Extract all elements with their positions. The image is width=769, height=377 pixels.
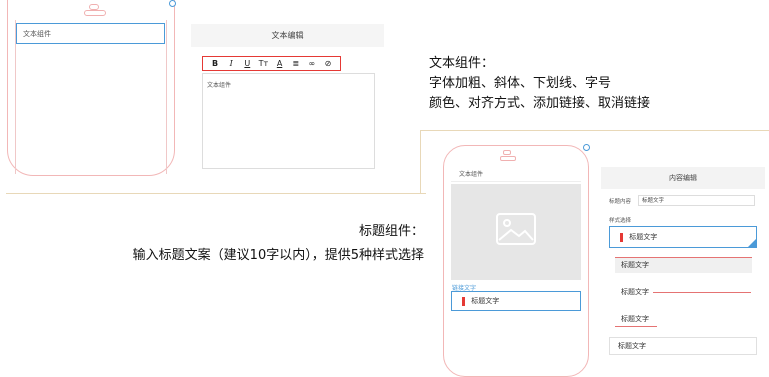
phone-camera xyxy=(503,150,511,155)
heading-component-description: 标题组件： 输入标题文案（建议10字以内），提供5种样式选择 xyxy=(50,220,424,268)
phone-speaker xyxy=(84,10,106,16)
italic-icon[interactable]: I xyxy=(223,57,239,70)
heading-component-desc-title: 标题组件： xyxy=(358,224,424,239)
format-toolbar: B I U Tт A ≣ ∞ ⊘ xyxy=(202,56,341,71)
heading-text: 标题文字 xyxy=(471,297,500,305)
selection-handle-icon[interactable] xyxy=(583,144,590,151)
image-placeholder-icon[interactable] xyxy=(451,184,581,280)
section-divider xyxy=(420,130,421,194)
heading-marker xyxy=(620,232,623,242)
unlink-icon[interactable]: ⊘ xyxy=(320,57,336,70)
heading-component-block[interactable]: 标题文字 xyxy=(451,291,581,311)
selection-handle-icon[interactable] xyxy=(169,0,176,7)
align-icon[interactable]: ≣ xyxy=(288,57,304,70)
heading-component-desc-line1: 输入标题文案（建议10字以内），提供5种样式选择 xyxy=(132,248,424,263)
style-underline-decoration xyxy=(615,326,657,327)
style-option-1[interactable]: 标题文字 xyxy=(609,226,757,248)
bold-icon[interactable]: B xyxy=(207,57,223,70)
style-line-decoration xyxy=(653,292,751,293)
underline-icon[interactable]: U xyxy=(239,57,255,70)
text-component-description: 文本组件： 字体加粗、斜体、下划线、字号 颜色、对齐方式、添加链接、取消链接 xyxy=(429,54,650,114)
style-label: 样式选择 xyxy=(609,218,632,224)
style-option-5[interactable]: 标题文字 xyxy=(609,337,757,355)
style-option-4[interactable]: 标题文字 xyxy=(615,313,649,325)
content-editor-title: 内容编辑 xyxy=(601,167,765,189)
style-option-label: 标题文字 xyxy=(629,233,658,241)
text-component-desc-title: 文本组件： xyxy=(429,56,495,71)
section-divider xyxy=(421,130,769,131)
phone-speaker xyxy=(500,156,516,161)
section-divider xyxy=(6,193,426,194)
text-component-desc-line1: 字体加粗、斜体、下划线、字号 xyxy=(429,76,612,91)
text-editor-title: 文本编辑 xyxy=(271,31,304,40)
text-component-desc-line2: 颜色、对齐方式、添加链接、取消链接 xyxy=(429,96,651,111)
selected-corner-icon xyxy=(747,238,757,248)
phone-text-block[interactable]: 文本组件 xyxy=(451,168,581,182)
link-icon[interactable]: ∞ xyxy=(304,57,320,70)
heading-content-input[interactable]: 标题文字 xyxy=(638,195,755,206)
content-label: 标题内容 xyxy=(609,199,632,205)
text-content-input[interactable]: 文本组件 xyxy=(202,73,375,169)
text-component-block[interactable]: 文本组件 xyxy=(16,23,165,44)
heading-marker xyxy=(462,296,465,306)
font-color-icon[interactable]: A xyxy=(272,57,288,70)
font-size-icon[interactable]: Tт xyxy=(255,57,271,70)
style-option-2[interactable]: 标题文字 xyxy=(615,257,752,273)
